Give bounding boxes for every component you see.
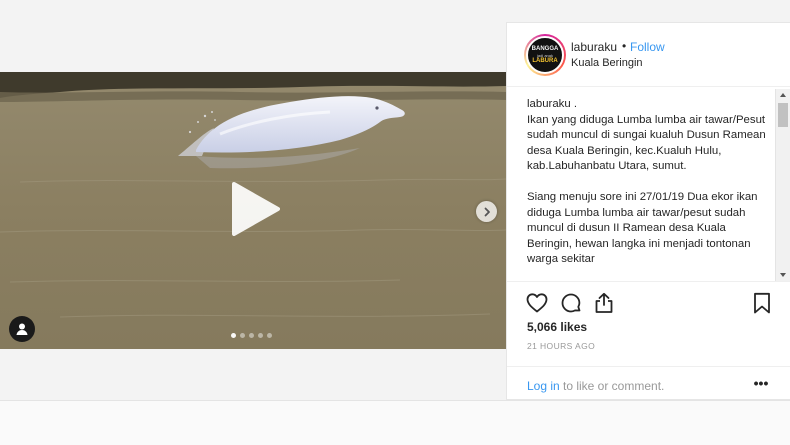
post-actions: 5,066 likes 21 HOURS AGO Log in to like … [507,281,790,401]
page-footer-band [0,400,790,445]
caption-scrollbar[interactable] [775,89,790,281]
comment-icon[interactable] [559,291,583,315]
comment-bar: Log in to like or comment. ••• [507,366,790,402]
carousel-next-button[interactable] [476,201,497,222]
carousel-dot [231,333,236,338]
post-details-panel: BANGGA jadi anak LABURA laburaku • Follo… [506,22,790,400]
instagram-embed-page: BANGGA jadi anak LABURA laburaku • Follo… [0,0,790,445]
avatar-logo-text-top: BANGGA [531,45,559,52]
carousel-indicator [231,333,272,338]
bookmark-icon[interactable] [750,291,774,315]
carousel-dot [240,333,245,338]
follow-button[interactable]: Follow [630,40,665,54]
chevron-right-icon [484,207,490,216]
play-icon[interactable] [228,181,284,237]
post-timestamp[interactable]: 21 HOURS AGO [527,341,595,351]
login-prompt-text: to like or comment. [563,379,665,393]
post-header: BANGGA jadi anak LABURA laburaku • Follo… [507,23,790,87]
more-options-button[interactable]: ••• [751,375,771,391]
separator-dot: • [622,39,627,53]
post-video[interactable] [0,72,506,349]
avatar[interactable]: BANGGA jadi anak LABURA [524,34,566,76]
heart-icon[interactable] [525,291,549,315]
post-caption: laburaku . Ikan yang diduga Lumba lumba … [527,98,766,265]
share-icon[interactable] [592,291,616,315]
scrollbar-thumb[interactable] [778,103,788,127]
username-link[interactable]: laburaku [571,40,617,54]
scroll-up-arrow-icon[interactable] [780,93,786,97]
login-link[interactable]: Log in [527,379,560,393]
scroll-down-arrow-icon[interactable] [780,273,786,277]
user-tag-button[interactable] [9,316,35,342]
carousel-dot [267,333,272,338]
location-link[interactable]: Kuala Beringin [571,57,643,69]
user-tag-icon [16,323,28,335]
carousel-dot [249,333,254,338]
carousel-dot [258,333,263,338]
avatar-logo: BANGGA jadi anak LABURA [526,36,564,74]
likes-count[interactable]: 5,066 likes [527,320,587,334]
avatar-logo-text-bottom: LABURA [532,57,558,64]
